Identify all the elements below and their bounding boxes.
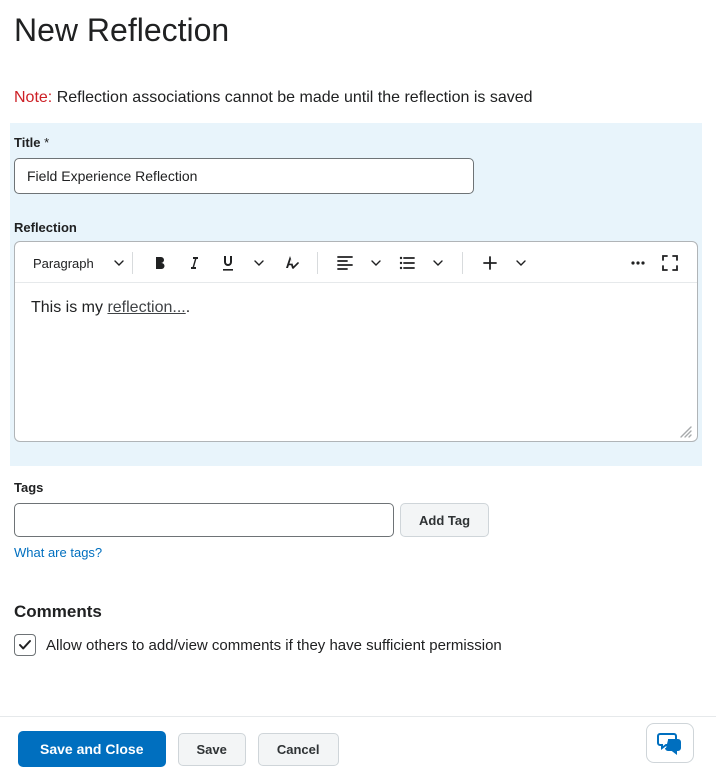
list-dropdown[interactable] [426,248,450,278]
what-are-tags-link[interactable]: What are tags? [14,545,102,560]
page-title: New Reflection [14,12,698,49]
note-text: Reflection associations cannot be made u… [57,89,533,106]
toolbar-separator [462,252,463,274]
paragraph-style-label: Paragraph [33,256,94,271]
fullscreen-button[interactable] [655,248,685,278]
note-prefix: Note: [14,89,52,106]
more-button[interactable] [623,248,653,278]
chevron-down-icon [114,260,124,266]
reflection-label: Reflection [14,220,698,235]
paragraph-style-select[interactable]: Paragraph [27,252,130,275]
bold-button[interactable] [145,248,175,278]
align-button[interactable] [330,248,360,278]
list-button[interactable] [392,248,422,278]
footer-bar: Save and Close Save Cancel [0,716,716,781]
save-and-close-button[interactable]: Save and Close [18,731,166,767]
toolbar-separator [317,252,318,274]
editor-text-trail: . [186,299,190,316]
save-button[interactable]: Save [178,733,246,766]
title-label-text: Title [14,135,41,150]
editor-linked-text: reflection... [107,299,185,316]
form-highlight-block: Title * Reflection Paragraph [10,123,702,466]
allow-comments-label: Allow others to add/view comments if the… [46,637,502,654]
comments-heading: Comments [14,602,698,622]
insert-button[interactable] [475,248,505,278]
tags-label: Tags [14,480,698,495]
align-dropdown[interactable] [364,248,388,278]
resize-handle-icon[interactable] [677,423,693,439]
underline-dropdown[interactable] [247,248,271,278]
editor-toolbar: Paragraph [15,242,697,283]
cancel-button[interactable]: Cancel [258,733,339,766]
chat-icon [657,731,683,755]
toolbar-separator [132,252,133,274]
rich-text-editor: Paragraph [14,241,698,442]
chat-fab-button[interactable] [646,723,694,763]
text-format-button[interactable] [275,248,305,278]
add-tag-button[interactable]: Add Tag [400,503,489,537]
insert-dropdown[interactable] [509,248,533,278]
required-mark: * [44,135,49,150]
editor-text: This is my [31,299,107,316]
italic-button[interactable] [179,248,209,278]
tags-input[interactable] [14,503,394,537]
underline-button[interactable] [213,248,243,278]
title-input[interactable] [14,158,474,194]
allow-comments-checkbox[interactable] [14,634,36,656]
title-label: Title * [14,135,698,150]
note-line: Note: Reflection associations cannot be … [14,89,698,107]
editor-body[interactable]: This is my reflection.... [15,283,697,441]
